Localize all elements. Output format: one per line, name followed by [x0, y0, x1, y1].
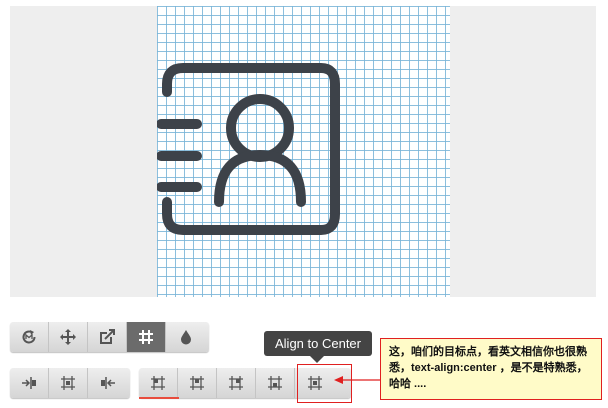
align-bottom-button[interactable] [256, 368, 295, 398]
align-top-right-button[interactable] [217, 368, 256, 398]
toolbar-align-horizontal [10, 368, 130, 398]
align-left-button[interactable] [10, 368, 49, 398]
callout-arrow [334, 376, 380, 384]
align-top-left-icon [151, 376, 165, 390]
tooltip-arrow [310, 356, 324, 363]
align-top-left-button[interactable] [139, 368, 178, 398]
color-button[interactable] [166, 322, 205, 352]
align-right-icon [100, 377, 115, 389]
align-top-icon [190, 376, 204, 390]
move-icon [60, 329, 76, 345]
move-button[interactable] [49, 322, 88, 352]
align-top-right-icon [229, 376, 243, 390]
toolbar-align-position [139, 368, 351, 398]
align-center-icon [307, 376, 322, 390]
grid-hash-icon [139, 330, 153, 344]
toolbar-transform [10, 322, 209, 352]
icon-preview-grid [157, 6, 450, 297]
align-to-center-button[interactable] [295, 368, 334, 398]
rotate-button[interactable] [10, 322, 49, 352]
align-left-icon [22, 377, 36, 389]
align-horizontal-center-button[interactable] [49, 368, 88, 398]
active-indicator [139, 397, 179, 399]
align-bottom-icon [268, 376, 282, 390]
droplet-icon [180, 330, 191, 345]
annotation-callout: 这，咱们的目标点，看英文相信你也很熟悉，text-align:center ，是… [380, 338, 602, 400]
edit-button[interactable] [88, 322, 127, 352]
contact-card-icon [157, 63, 340, 235]
align-horizontal-center-icon [61, 376, 75, 390]
align-top-button[interactable] [178, 368, 217, 398]
align-right-button[interactable] [88, 368, 127, 398]
edit-resize-icon [100, 329, 115, 344]
tooltip: Align to Center [264, 331, 372, 356]
rotate-icon [22, 330, 36, 344]
grid-button[interactable] [127, 322, 166, 352]
